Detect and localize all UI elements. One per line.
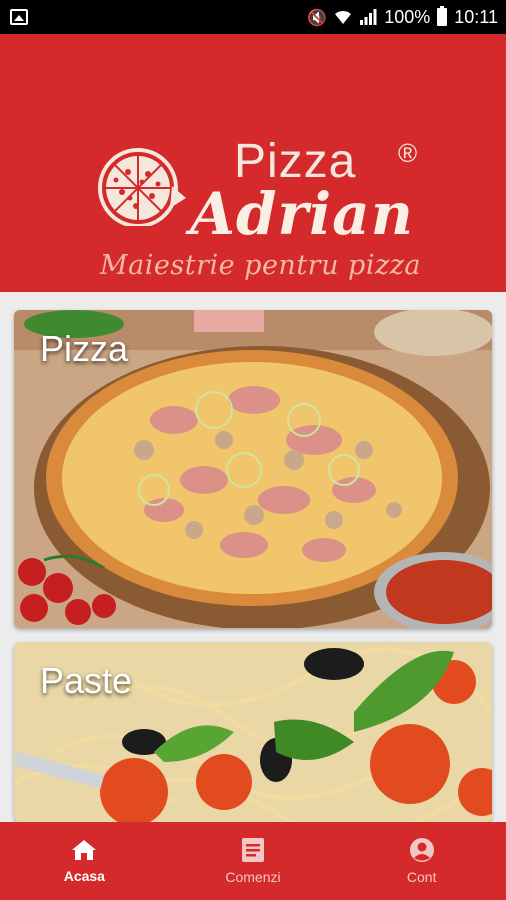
clock: 10:11 — [454, 6, 498, 27]
image-icon — [10, 9, 28, 25]
pizza-logo-icon — [98, 148, 186, 226]
nav-item-comenzi[interactable]: Comenzi — [169, 822, 338, 900]
brand-name: Adrian — [190, 180, 414, 248]
signal-icon — [360, 9, 377, 25]
category-card-pizza[interactable]: Pizza — [14, 310, 492, 628]
registered-mark: ® — [398, 138, 418, 168]
nav-label-comenzi: Comenzi — [225, 869, 281, 885]
battery-percent: 100% — [384, 6, 431, 27]
category-label-paste: Paste — [40, 660, 133, 701]
brand-tagline: Maiestrie pentru pizza — [100, 250, 422, 281]
mute-icon: 🔇 — [307, 7, 328, 27]
nav-item-acasa[interactable]: Acasa — [0, 822, 169, 900]
brand-header: Pizza ® Adrian Maiestrie pentru pizza — [0, 34, 506, 292]
status-bar: 🔇 100% 10:11 — [0, 0, 506, 34]
nav-item-cont[interactable]: Cont — [337, 822, 506, 900]
bottom-navigation: Acasa Comenzi Cont — [0, 822, 506, 900]
home-icon — [72, 840, 97, 860]
account-icon — [409, 838, 434, 862]
battery-icon — [437, 6, 448, 26]
nav-label-cont: Cont — [406, 869, 437, 885]
wifi-icon — [335, 10, 352, 24]
orders-icon — [242, 838, 264, 862]
category-label-pizza: Pizza — [40, 328, 129, 369]
category-card-paste[interactable]: Paste — [14, 642, 492, 822]
nav-label-acasa: Acasa — [63, 868, 105, 884]
